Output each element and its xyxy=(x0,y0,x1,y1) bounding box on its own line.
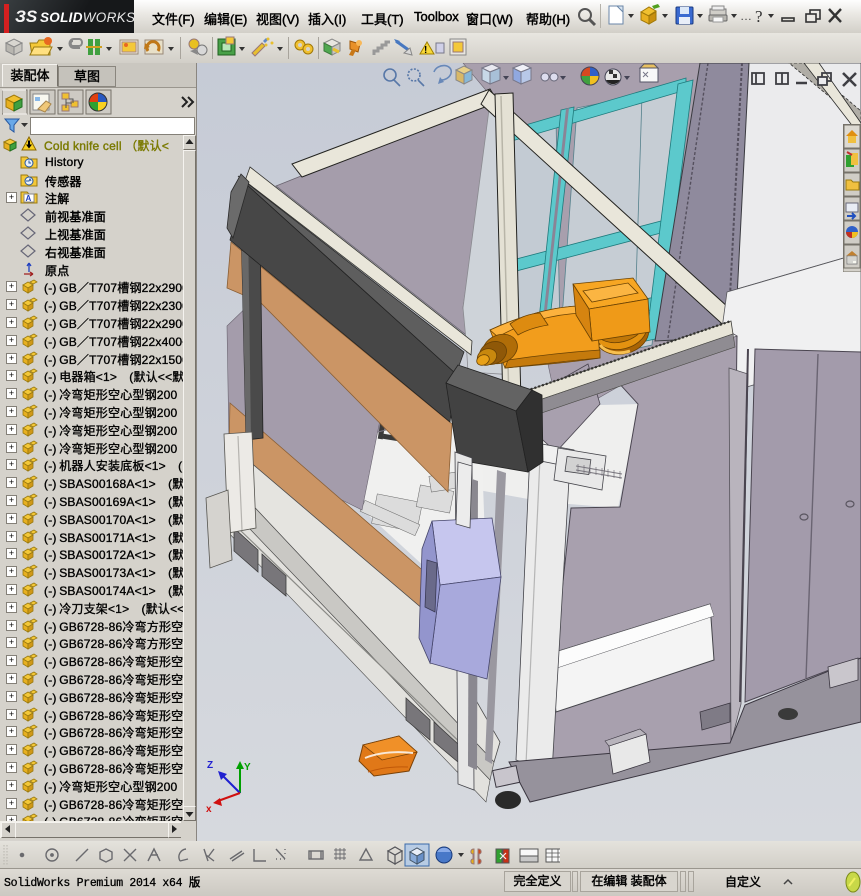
svg-text:…: … xyxy=(740,9,752,23)
svg-text:Z: Z xyxy=(207,760,213,771)
svg-text:x: x xyxy=(206,804,212,815)
svg-text:A: A xyxy=(26,194,32,203)
svg-text:?: ? xyxy=(755,7,763,26)
svg-text:!: ! xyxy=(424,45,427,56)
svg-text:Y: Y xyxy=(244,762,251,773)
